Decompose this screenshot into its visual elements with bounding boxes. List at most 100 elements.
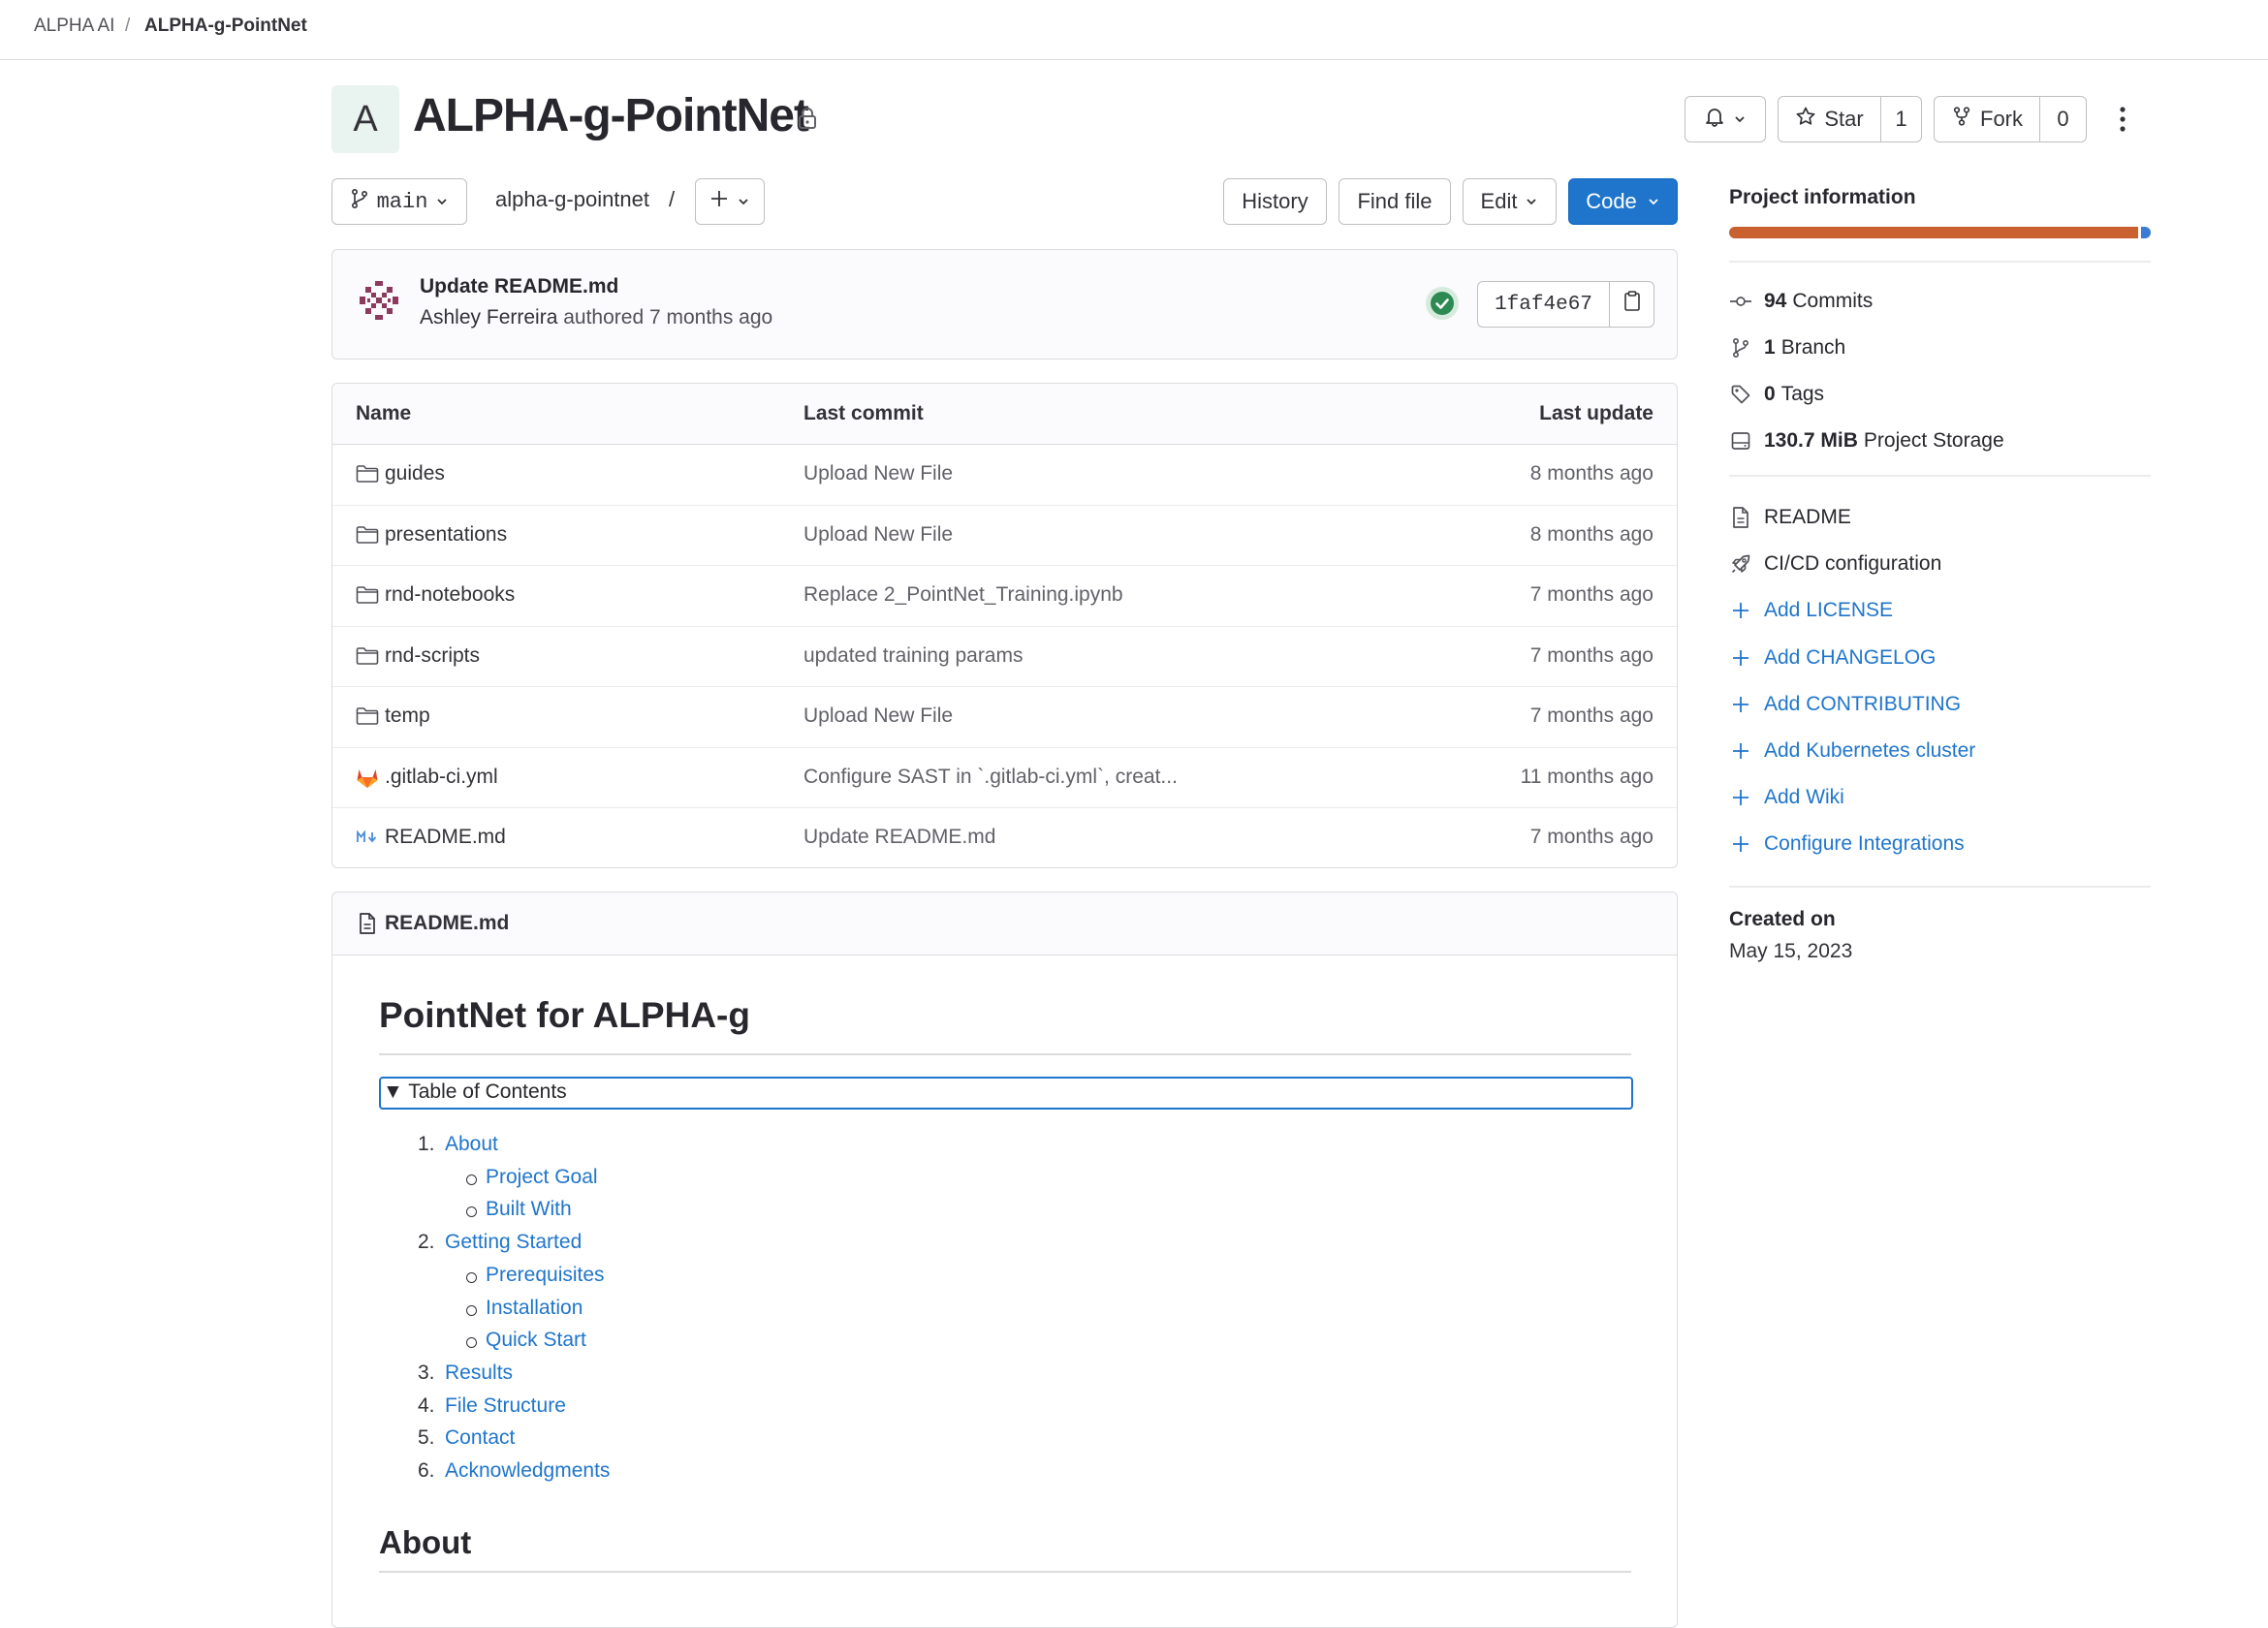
stat-label: Project Storage xyxy=(1863,429,2004,452)
stat-branch[interactable]: 1 Branch xyxy=(1729,336,1845,360)
readme-header: README.md xyxy=(332,892,1677,955)
plus-icon xyxy=(1729,834,1752,854)
sidebar-link-configure-integrations[interactable]: Configure Integrations xyxy=(1729,832,1965,856)
commit-sha[interactable]: 1faf4e67 xyxy=(1477,281,1610,328)
table-row[interactable]: rnd-scripts updated training params 7 mont… xyxy=(332,627,1677,687)
avatar[interactable] xyxy=(356,277,402,329)
plus-icon xyxy=(1729,741,1752,761)
stat-commits[interactable]: 94 Commits xyxy=(1729,290,1873,313)
commit-sha-group: 1faf4e67 xyxy=(1477,281,1654,328)
table-row[interactable]: temp Upload New File 7 months ago xyxy=(332,687,1677,748)
chevron-down-icon xyxy=(435,189,449,214)
sidebar-link-readme[interactable]: README xyxy=(1729,506,1851,529)
lock-icon xyxy=(797,107,818,135)
file-name[interactable]: guides xyxy=(385,462,445,485)
copy-sha-button[interactable] xyxy=(1610,281,1654,328)
sidebar-divider xyxy=(1729,475,2151,477)
file-name[interactable]: presentations xyxy=(385,523,507,547)
toc-sublink[interactable]: Built With xyxy=(486,1198,572,1221)
toc-link[interactable]: Contact xyxy=(445,1426,515,1450)
table-row[interactable]: presentations Upload New File 8 months ago xyxy=(332,506,1677,566)
code-dropdown[interactable]: Code xyxy=(1568,178,1678,225)
find-file-button[interactable]: Find file xyxy=(1339,178,1451,225)
sidebar-link-label: Add Wiki xyxy=(1764,786,1844,809)
toc-link[interactable]: Getting Started xyxy=(445,1231,582,1254)
sidebar-link-add-license[interactable]: Add LICENSE xyxy=(1729,599,1893,622)
file-name[interactable]: .gitlab-ci.yml xyxy=(385,766,498,789)
language-segment[interactable] xyxy=(2140,227,2151,238)
stat-value: 130.7 MiB xyxy=(1764,429,1858,452)
file-last-commit[interactable]: updated training params xyxy=(803,644,1023,668)
fork-group: Fork 0 xyxy=(1934,96,2087,142)
stat-label: Commits xyxy=(1792,290,1874,312)
toc-link[interactable]: Results xyxy=(445,1362,513,1385)
file-name[interactable]: rnd-scripts xyxy=(385,644,480,668)
branch-selector[interactable]: main xyxy=(331,178,467,225)
sidebar-link-ci-cd-configuration[interactable]: CI/CD configuration xyxy=(1729,552,1941,576)
toc-link[interactable]: About xyxy=(445,1133,498,1156)
sidebar-title: Project information xyxy=(1729,186,1916,208)
add-to-tree-dropdown[interactable] xyxy=(695,178,765,225)
language-segment[interactable] xyxy=(1729,227,2138,238)
file-last-commit[interactable]: Upload New File xyxy=(803,462,953,485)
toc-sublink[interactable]: Quick Start xyxy=(486,1329,586,1352)
file-last-commit[interactable]: Replace 2_PointNet_Training.ipynb xyxy=(803,583,1123,607)
fork-count[interactable]: 0 xyxy=(2040,96,2087,142)
plus-icon xyxy=(1729,788,1752,807)
language-bar[interactable] xyxy=(1729,227,2151,238)
readme-filename[interactable]: README.md xyxy=(385,912,509,935)
notification-dropdown[interactable] xyxy=(1685,96,1766,142)
star-count[interactable]: 1 xyxy=(1881,96,1922,142)
toc-sublink[interactable]: Installation xyxy=(486,1297,583,1320)
breadcrumb-project[interactable]: ALPHA-g-PointNet xyxy=(144,16,307,37)
commit-author[interactable]: Ashley Ferreira xyxy=(420,306,557,329)
heading-divider xyxy=(379,1053,1631,1055)
readme-heading: PointNet for ALPHA-g xyxy=(379,995,750,1035)
breadcrumb-group[interactable]: ALPHA AI xyxy=(34,16,114,37)
table-row[interactable]: README.md Update README.md 7 months ago xyxy=(332,808,1677,867)
toc-link[interactable]: File Structure xyxy=(445,1394,566,1418)
toc-sublink[interactable]: Prerequisites xyxy=(486,1264,605,1287)
file-name[interactable]: temp xyxy=(385,704,430,728)
toc-bullet xyxy=(466,1206,477,1218)
sidebar-link-label: Add LICENSE xyxy=(1764,599,1894,622)
table-row[interactable]: rnd-notebooks Replace 2_PointNet_Training… xyxy=(332,566,1677,627)
sidebar-link-add-wiki[interactable]: Add Wiki xyxy=(1729,786,1844,809)
fork-button[interactable]: Fork xyxy=(1934,96,2040,142)
folder-icon xyxy=(356,525,379,550)
sidebar-link-add-kubernetes-cluster[interactable]: Add Kubernetes cluster xyxy=(1729,739,1975,763)
file-name[interactable]: README.md xyxy=(385,826,506,849)
commit-title[interactable]: Update README.md xyxy=(420,275,618,298)
folder-icon xyxy=(356,706,379,732)
toc-link[interactable]: Acknowledgments xyxy=(445,1459,610,1483)
header-name: Name xyxy=(356,402,412,424)
sidebar-link-add-contributing[interactable]: Add CONTRIBUTING xyxy=(1729,693,1961,716)
edit-dropdown[interactable]: Edit xyxy=(1463,178,1557,225)
repo-path[interactable]: alpha-g-pointnet xyxy=(495,187,649,212)
stat-project-storage[interactable]: 130.7 MiB Project Storage xyxy=(1729,429,2004,453)
document-icon xyxy=(1729,506,1752,529)
project-avatar[interactable]: A xyxy=(331,85,399,153)
sidebar-divider xyxy=(1729,261,2151,263)
file-last-update: 7 months ago xyxy=(1529,704,1654,727)
table-row[interactable]: guides Upload New File 8 months ago xyxy=(332,445,1677,506)
markdown-icon xyxy=(356,828,379,851)
stat-tags[interactable]: 0 Tags xyxy=(1729,383,1824,406)
file-last-commit[interactable]: Configure SAST in `.gitlab-ci.yml`, crea… xyxy=(803,766,1178,789)
table-row[interactable]: .gitlab-ci.yml Configure SAST in `.gitlab… xyxy=(332,748,1677,808)
history-button[interactable]: History xyxy=(1223,178,1327,225)
file-last-commit[interactable]: Upload New File xyxy=(803,523,953,547)
stat-value: 94 xyxy=(1764,290,1787,312)
kebab-icon[interactable] xyxy=(2111,105,2134,139)
pipeline-status-icon[interactable] xyxy=(1425,286,1460,326)
file-last-commit[interactable]: Update README.md xyxy=(803,826,995,849)
created-on-date: May 15, 2023 xyxy=(1729,940,1853,962)
toc-toggle[interactable]: ▼ Table of Contents xyxy=(379,1077,1633,1110)
branch-icon xyxy=(1729,337,1752,359)
file-last-commit[interactable]: Upload New File xyxy=(803,704,953,728)
file-name[interactable]: rnd-notebooks xyxy=(385,583,515,607)
readme-section-heading: About xyxy=(379,1524,472,1560)
star-button[interactable]: Star xyxy=(1778,96,1881,142)
sidebar-link-add-changelog[interactable]: Add CHANGELOG xyxy=(1729,646,1936,670)
toc-sublink[interactable]: Project Goal xyxy=(486,1166,598,1189)
